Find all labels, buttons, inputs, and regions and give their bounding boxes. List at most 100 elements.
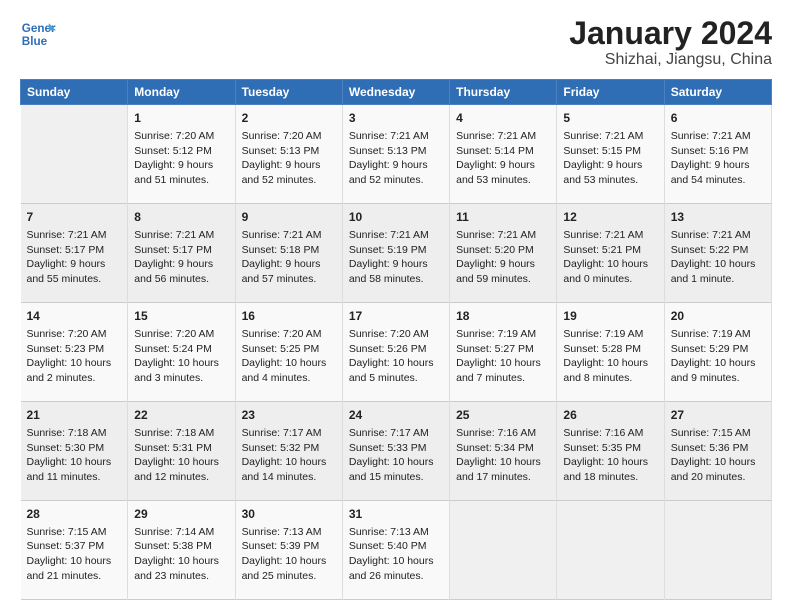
calendar-cell: 5Sunrise: 7:21 AMSunset: 5:15 PMDaylight… — [557, 105, 664, 204]
sunset-text: Sunset: 5:21 PM — [563, 243, 657, 258]
sunrise-text: Sunrise: 7:16 AM — [563, 426, 657, 441]
daylight-text: Daylight: 10 hours and 8 minutes. — [563, 356, 657, 385]
calendar-week-row: 28Sunrise: 7:15 AMSunset: 5:37 PMDayligh… — [21, 501, 772, 600]
daylight-text: Daylight: 10 hours and 25 minutes. — [242, 554, 336, 583]
daylight-text: Daylight: 10 hours and 7 minutes. — [456, 356, 550, 385]
daylight-text: Daylight: 9 hours and 52 minutes. — [242, 158, 336, 187]
daylight-text: Daylight: 9 hours and 57 minutes. — [242, 257, 336, 286]
calendar-cell: 17Sunrise: 7:20 AMSunset: 5:26 PMDayligh… — [342, 303, 449, 402]
day-number: 8 — [134, 209, 228, 226]
day-number: 10 — [349, 209, 443, 226]
daylight-text: Daylight: 10 hours and 2 minutes. — [27, 356, 122, 385]
sunrise-text: Sunrise: 7:21 AM — [671, 129, 765, 144]
calendar-header-row: SundayMondayTuesdayWednesdayThursdayFrid… — [21, 80, 772, 105]
sunrise-text: Sunrise: 7:21 AM — [349, 129, 443, 144]
daylight-text: Daylight: 10 hours and 20 minutes. — [671, 455, 765, 484]
day-number: 13 — [671, 209, 765, 226]
sunset-text: Sunset: 5:31 PM — [134, 441, 228, 456]
sunrise-text: Sunrise: 7:21 AM — [563, 228, 657, 243]
title-block: January 2024 Shizhai, Jiangsu, China — [569, 16, 772, 69]
calendar-cell: 23Sunrise: 7:17 AMSunset: 5:32 PMDayligh… — [235, 402, 342, 501]
calendar-cell: 11Sunrise: 7:21 AMSunset: 5:20 PMDayligh… — [450, 204, 557, 303]
sunset-text: Sunset: 5:14 PM — [456, 144, 550, 159]
sunset-text: Sunset: 5:13 PM — [242, 144, 336, 159]
sunrise-text: Sunrise: 7:20 AM — [134, 327, 228, 342]
sunrise-text: Sunrise: 7:14 AM — [134, 525, 228, 540]
calendar-cell: 30Sunrise: 7:13 AMSunset: 5:39 PMDayligh… — [235, 501, 342, 600]
calendar-cell: 3Sunrise: 7:21 AMSunset: 5:13 PMDaylight… — [342, 105, 449, 204]
calendar-cell: 7Sunrise: 7:21 AMSunset: 5:17 PMDaylight… — [21, 204, 128, 303]
logo-icon: General Blue — [20, 16, 56, 52]
sunset-text: Sunset: 5:25 PM — [242, 342, 336, 357]
calendar-cell: 27Sunrise: 7:15 AMSunset: 5:36 PMDayligh… — [664, 402, 771, 501]
sunrise-text: Sunrise: 7:21 AM — [134, 228, 228, 243]
calendar-cell: 10Sunrise: 7:21 AMSunset: 5:19 PMDayligh… — [342, 204, 449, 303]
svg-text:Blue: Blue — [22, 35, 48, 48]
header-thursday: Thursday — [450, 80, 557, 105]
daylight-text: Daylight: 9 hours and 51 minutes. — [134, 158, 228, 187]
daylight-text: Daylight: 10 hours and 11 minutes. — [27, 455, 122, 484]
calendar-cell: 13Sunrise: 7:21 AMSunset: 5:22 PMDayligh… — [664, 204, 771, 303]
day-number: 15 — [134, 308, 228, 325]
calendar-cell: 12 Sunrise: 7:21 AMSunset: 5:21 PMDayligh… — [557, 204, 664, 303]
sunset-text: Sunset: 5:16 PM — [671, 144, 765, 159]
daylight-text: Daylight: 9 hours and 54 minutes. — [671, 158, 765, 187]
day-number: 18 — [456, 308, 550, 325]
daylight-text: Daylight: 10 hours and 1 minute. — [671, 257, 765, 286]
day-number: 1 — [134, 110, 228, 127]
sunrise-text: Sunrise: 7:21 AM — [456, 129, 550, 144]
daylight-text: Daylight: 9 hours and 56 minutes. — [134, 257, 228, 286]
header-tuesday: Tuesday — [235, 80, 342, 105]
daylight-text: Daylight: 10 hours and 0 minutes. — [563, 257, 657, 286]
sunrise-text: Sunrise: 7:20 AM — [27, 327, 122, 342]
sunrise-text: Sunrise: 7:15 AM — [671, 426, 765, 441]
sunrise-text: Sunrise: 7:19 AM — [671, 327, 765, 342]
daylight-text: Daylight: 10 hours and 18 minutes. — [563, 455, 657, 484]
calendar-week-row: 1Sunrise: 7:20 AMSunset: 5:12 PMDaylight… — [21, 105, 772, 204]
sunset-text: Sunset: 5:22 PM — [671, 243, 765, 258]
sunrise-text: Sunrise: 7:17 AM — [242, 426, 336, 441]
calendar-cell: 24Sunrise: 7:17 AMSunset: 5:33 PMDayligh… — [342, 402, 449, 501]
daylight-text: Daylight: 10 hours and 4 minutes. — [242, 356, 336, 385]
sunrise-text: Sunrise: 7:20 AM — [134, 129, 228, 144]
day-number: 29 — [134, 506, 228, 523]
logo: General Blue — [20, 16, 56, 52]
header-saturday: Saturday — [664, 80, 771, 105]
sunset-text: Sunset: 5:19 PM — [349, 243, 443, 258]
day-number: 5 — [563, 110, 657, 127]
header: General Blue January 2024 Shizhai, Jiang… — [20, 16, 772, 69]
day-number: 22 — [134, 407, 228, 424]
calendar-subtitle: Shizhai, Jiangsu, China — [569, 51, 772, 69]
calendar-cell: 14Sunrise: 7:20 AMSunset: 5:23 PMDayligh… — [21, 303, 128, 402]
daylight-text: Daylight: 9 hours and 59 minutes. — [456, 257, 550, 286]
header-monday: Monday — [128, 80, 235, 105]
sunset-text: Sunset: 5:37 PM — [27, 539, 122, 554]
calendar-cell: 6 Sunrise: 7:21 AMSunset: 5:16 PMDaylight… — [664, 105, 771, 204]
daylight-text: Daylight: 10 hours and 3 minutes. — [134, 356, 228, 385]
sunrise-text: Sunrise: 7:20 AM — [349, 327, 443, 342]
day-number: 16 — [242, 308, 336, 325]
day-number: 19 — [563, 308, 657, 325]
sunrise-text: Sunrise: 7:21 AM — [456, 228, 550, 243]
sunset-text: Sunset: 5:29 PM — [671, 342, 765, 357]
day-number: 24 — [349, 407, 443, 424]
sunset-text: Sunset: 5:15 PM — [563, 144, 657, 159]
day-number: 6 — [671, 110, 765, 127]
sunrise-text: Sunrise: 7:17 AM — [349, 426, 443, 441]
calendar-cell: 20Sunrise: 7:19 AMSunset: 5:29 PMDayligh… — [664, 303, 771, 402]
daylight-text: Daylight: 9 hours and 52 minutes. — [349, 158, 443, 187]
calendar-cell: 18Sunrise: 7:19 AMSunset: 5:27 PMDayligh… — [450, 303, 557, 402]
day-number: 12 — [563, 209, 657, 226]
sunset-text: Sunset: 5:28 PM — [563, 342, 657, 357]
sunrise-text: Sunrise: 7:13 AM — [349, 525, 443, 540]
calendar-page: General Blue January 2024 Shizhai, Jiang… — [0, 0, 792, 612]
calendar-cell — [450, 501, 557, 600]
day-number: 11 — [456, 209, 550, 226]
sunrise-text: Sunrise: 7:18 AM — [134, 426, 228, 441]
calendar-cell: 4Sunrise: 7:21 AMSunset: 5:14 PMDaylight… — [450, 105, 557, 204]
daylight-text: Daylight: 10 hours and 14 minutes. — [242, 455, 336, 484]
sunrise-text: Sunrise: 7:18 AM — [27, 426, 122, 441]
calendar-cell — [664, 501, 771, 600]
sunrise-text: Sunrise: 7:21 AM — [242, 228, 336, 243]
daylight-text: Daylight: 10 hours and 15 minutes. — [349, 455, 443, 484]
